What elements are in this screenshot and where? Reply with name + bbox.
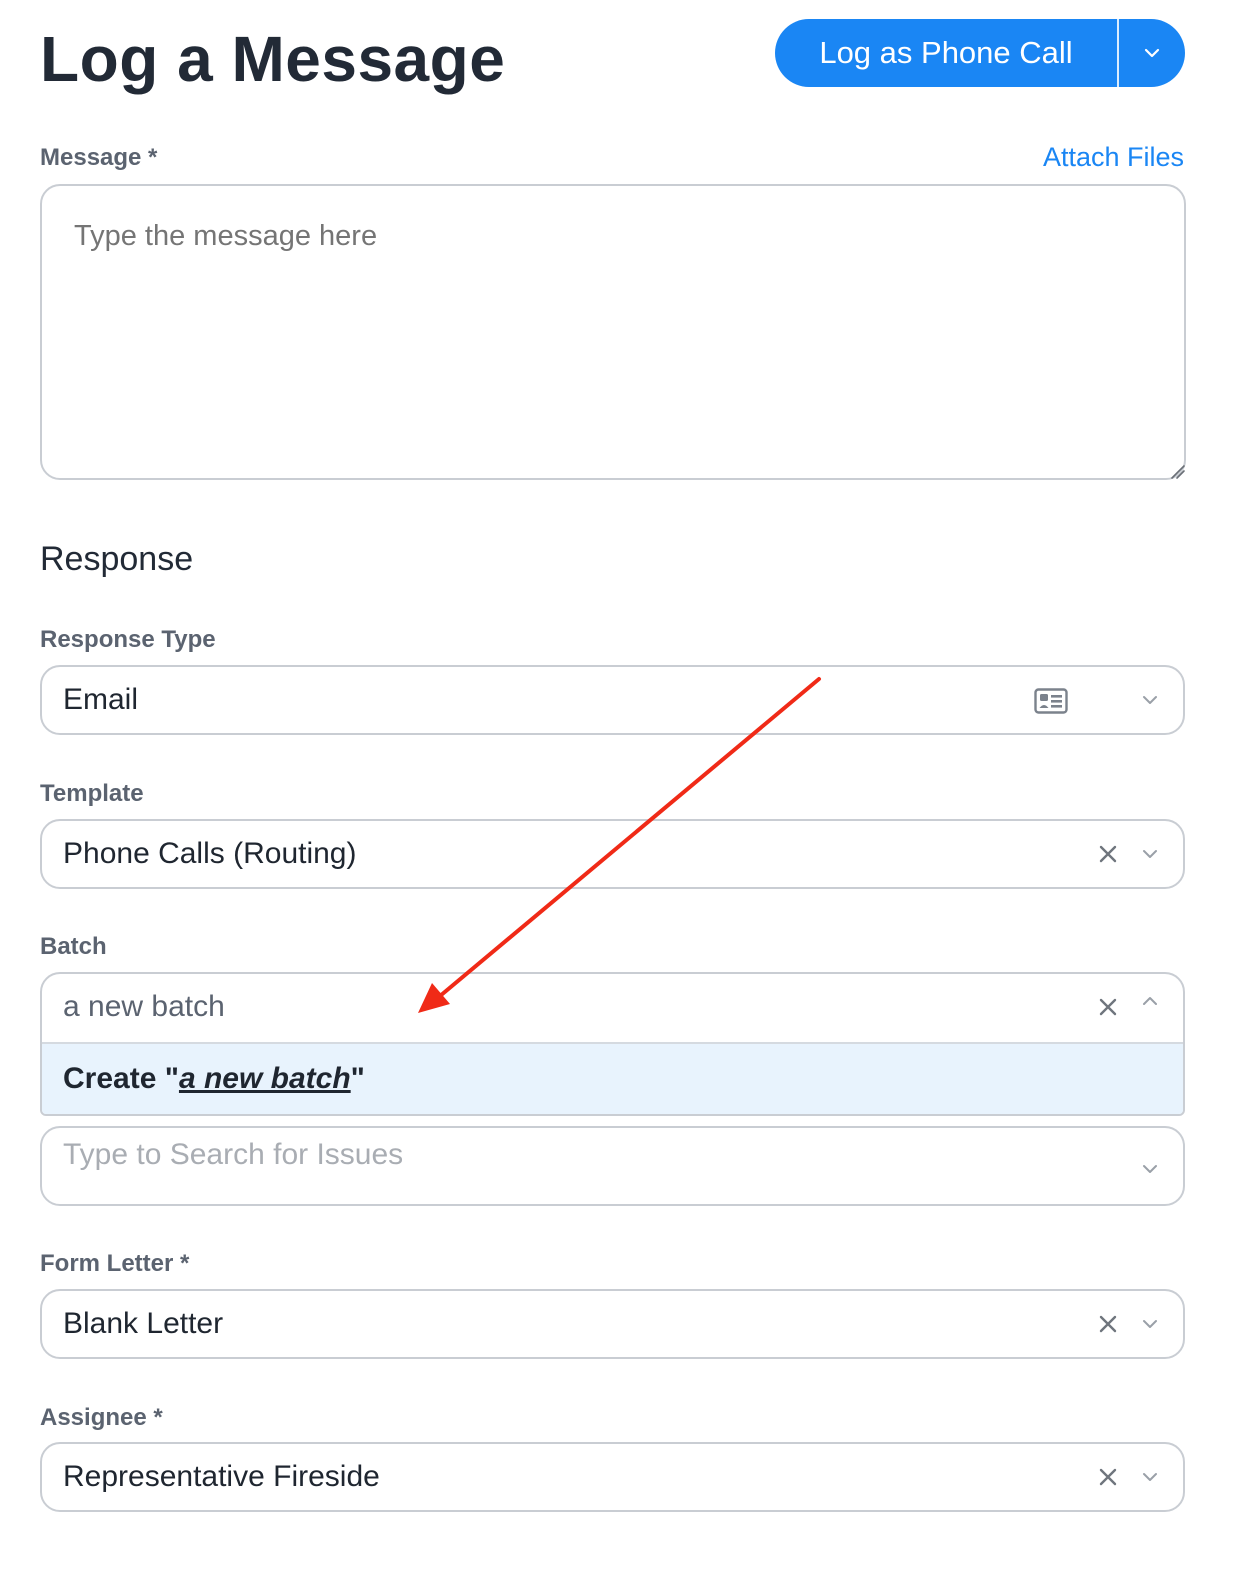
issues-search-select[interactable]: Type to Search for Issues — [40, 1126, 1185, 1206]
close-icon[interactable] — [1095, 841, 1121, 867]
template-value: Phone Calls (Routing) — [63, 837, 357, 870]
batch-input[interactable]: a new batch — [42, 974, 1183, 1042]
chevron-down-icon — [1139, 689, 1161, 711]
batch-combobox: a new batch Create "a new batch" — [40, 972, 1185, 1116]
form-letter-select[interactable]: Blank Letter — [40, 1289, 1185, 1359]
batch-label: Batch — [40, 933, 107, 960]
create-batch-option[interactable]: Create "a new batch" — [42, 1042, 1183, 1114]
create-option-prefix: Create " — [63, 1062, 179, 1095]
log-as-phone-call-button[interactable]: Log as Phone Call — [775, 19, 1117, 87]
create-option-suffix: " — [350, 1062, 365, 1095]
close-icon[interactable] — [1095, 1464, 1121, 1490]
response-type-select[interactable]: Email — [40, 665, 1185, 735]
resize-handle-icon[interactable] — [1168, 462, 1186, 480]
template-select[interactable]: Phone Calls (Routing) — [40, 819, 1185, 889]
batch-input-value: a new batch — [63, 990, 225, 1023]
contact-card-icon — [1033, 687, 1069, 715]
chevron-down-icon — [1139, 1158, 1161, 1180]
assignee-value: Representative Fireside — [63, 1460, 380, 1493]
attach-files-link[interactable]: Attach Files — [1043, 142, 1184, 173]
issues-search-placeholder: Type to Search for Issues — [63, 1138, 404, 1171]
response-type-value: Email — [63, 683, 139, 716]
form-letter-value: Blank Letter — [63, 1307, 224, 1340]
chevron-up-icon[interactable] — [1139, 990, 1161, 1012]
log-options-dropdown-button[interactable] — [1119, 19, 1185, 87]
page-title: Log a Message — [40, 23, 506, 95]
form-letter-label: Form Letter * — [40, 1250, 190, 1277]
close-icon[interactable] — [1095, 994, 1121, 1020]
assignee-select[interactable]: Representative Fireside — [40, 1442, 1185, 1512]
message-label: Message * — [40, 144, 158, 171]
log-split-button: Log as Phone Call — [775, 19, 1185, 87]
chevron-down-icon — [1139, 843, 1161, 865]
message-textarea[interactable] — [40, 184, 1186, 480]
template-label: Template — [40, 780, 144, 807]
chevron-down-icon — [1139, 1313, 1161, 1335]
chevron-down-icon — [1139, 1466, 1161, 1488]
assignee-label: Assignee * — [40, 1404, 163, 1431]
chevron-down-icon — [1144, 48, 1160, 58]
response-section-title: Response — [40, 540, 194, 578]
close-icon[interactable] — [1095, 1311, 1121, 1337]
response-type-label: Response Type — [40, 626, 216, 653]
create-option-query: a new batch — [178, 1062, 351, 1095]
